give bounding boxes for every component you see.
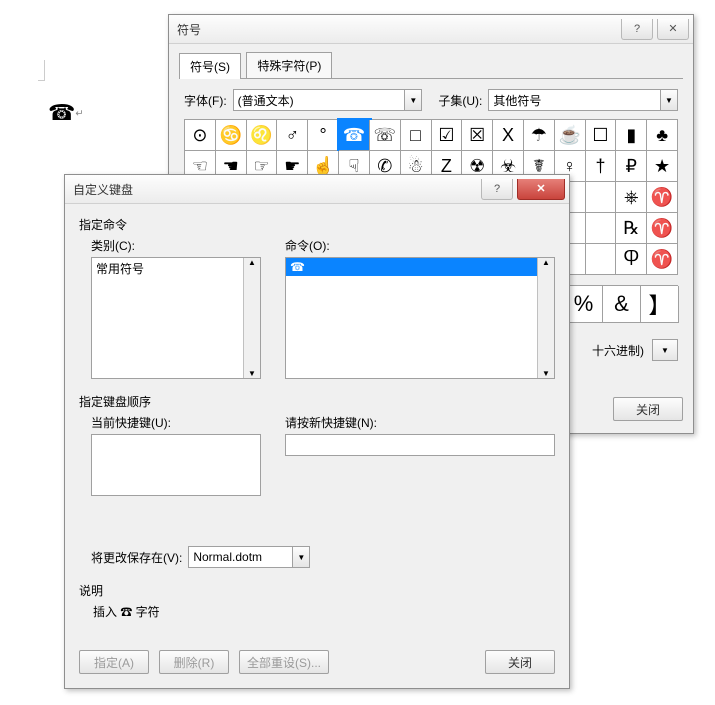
keyboard-dialog: 自定义键盘 ? ✕ 指定命令 类别(C): 常用符号 ▲▼ 命令(O): ☎ ▲…: [64, 174, 570, 689]
symbol-cell[interactable]: ▮: [616, 120, 647, 151]
symbol-cell[interactable]: ⊙: [185, 120, 216, 151]
symbol-dialog-title: 符号: [177, 21, 201, 38]
cursor-marker: [38, 60, 45, 81]
reset-all-button[interactable]: 全部重设(S)...: [239, 650, 329, 674]
symbol-cell[interactable]: ♈: [647, 244, 678, 275]
recent-symbol-cell[interactable]: 】: [641, 286, 679, 323]
close-dialog-button[interactable]: 关闭: [485, 650, 555, 674]
symbol-cell[interactable]: ♈: [647, 213, 678, 244]
symbol-cell[interactable]: ♂: [277, 120, 308, 151]
symbol-cell[interactable]: †: [586, 151, 617, 182]
tab-symbols[interactable]: 符号(S): [179, 53, 241, 79]
symbol-cell[interactable]: ★: [647, 151, 678, 182]
chevron-down-icon[interactable]: ▼: [404, 90, 421, 110]
symbol-cell[interactable]: ☂: [524, 120, 555, 151]
symbol-cell[interactable]: ₽: [616, 151, 647, 182]
recent-symbol-cell[interactable]: %: [565, 286, 603, 323]
scrollbar[interactable]: ▲▼: [243, 258, 260, 378]
keyboard-dialog-titlebar[interactable]: 自定义键盘 ? ✕: [65, 175, 569, 204]
symbol-dialog-titlebar[interactable]: 符号 ? ✕: [169, 15, 693, 44]
chevron-down-icon[interactable]: ▼: [653, 340, 677, 360]
symbol-cell[interactable]: [586, 182, 617, 213]
subset-label: 子集(U):: [438, 92, 482, 109]
document-inserted-symbol: ☎↵: [48, 100, 84, 126]
keyboard-dialog-title: 自定义键盘: [73, 181, 133, 198]
chevron-down-icon[interactable]: ▼: [660, 90, 677, 110]
symbol-cell[interactable]: ☕: [555, 120, 586, 151]
symbol-cell[interactable]: ☏: [370, 120, 401, 151]
symbol-cell[interactable]: ☐: [586, 120, 617, 151]
save-in-label: 将更改保存在(V):: [91, 549, 182, 566]
key-sequence-label: 指定键盘顺序: [79, 393, 555, 410]
specify-command-label: 指定命令: [79, 216, 555, 233]
subset-combo[interactable]: 其他符号 ▼: [488, 89, 678, 111]
symbol-tabs: 符号(S) 特殊字符(P): [169, 44, 693, 78]
category-label: 类别(C):: [91, 237, 261, 254]
save-in-combo[interactable]: Normal.dotm ▼: [188, 546, 310, 568]
close-dialog-button[interactable]: 关闭: [613, 397, 683, 421]
symbol-cell[interactable]: ♌: [247, 120, 278, 151]
encoding-label: 十六进制): [592, 342, 644, 359]
recent-symbols-grid[interactable]: %&】: [564, 285, 678, 323]
close-button[interactable]: ✕: [657, 19, 689, 40]
symbol-cell[interactable]: ♣: [647, 120, 678, 151]
chevron-down-icon[interactable]: ▼: [292, 547, 309, 567]
keyboard-dialog-body: 指定命令 类别(C): 常用符号 ▲▼ 命令(O): ☎ ▲▼ 指定键盘顺序 当…: [65, 204, 569, 688]
symbol-cell[interactable]: ♈: [647, 182, 678, 213]
new-shortcut-input[interactable]: [285, 434, 555, 456]
encoding-combo[interactable]: ▼: [652, 339, 678, 361]
symbol-cell[interactable]: ☎: [339, 120, 370, 151]
symbol-cell[interactable]: [586, 213, 617, 244]
close-button[interactable]: ✕: [517, 179, 565, 200]
list-item[interactable]: 常用符号: [92, 258, 260, 279]
recent-symbol-cell[interactable]: &: [603, 286, 641, 323]
symbol-cell[interactable]: ☑: [432, 120, 463, 151]
description-text: 插入 ☎ 字符: [93, 603, 555, 620]
current-keys-label: 当前快捷键(U):: [91, 414, 261, 431]
symbol-cell[interactable]: X: [493, 120, 524, 151]
tab-special[interactable]: 特殊字符(P): [246, 52, 332, 78]
press-new-key-label: 请按新快捷键(N):: [285, 414, 555, 431]
list-item[interactable]: ☎: [286, 258, 554, 276]
symbol-cell[interactable]: Ⴔ: [616, 244, 647, 275]
font-combo[interactable]: (普通文本) ▼: [233, 89, 423, 111]
symbol-cell[interactable]: ♋: [216, 120, 247, 151]
assign-button[interactable]: 指定(A): [79, 650, 149, 674]
command-label: 命令(O):: [285, 237, 555, 254]
symbol-cell[interactable]: ⎈: [616, 182, 647, 213]
symbol-cell[interactable]: □: [401, 120, 432, 151]
current-keys-listbox[interactable]: [91, 434, 261, 496]
description-label: 说明: [79, 582, 555, 599]
symbol-cell[interactable]: ℞: [616, 213, 647, 244]
font-label: 字体(F):: [184, 92, 227, 109]
symbol-cell[interactable]: ☒: [462, 120, 493, 151]
command-listbox[interactable]: ☎ ▲▼: [285, 257, 555, 379]
symbol-cell[interactable]: [586, 244, 617, 275]
delete-button[interactable]: 删除(R): [159, 650, 229, 674]
help-button[interactable]: ?: [481, 179, 513, 200]
scrollbar[interactable]: ▲▼: [537, 258, 554, 378]
category-listbox[interactable]: 常用符号 ▲▼: [91, 257, 261, 379]
symbol-cell[interactable]: °: [308, 120, 339, 151]
help-button[interactable]: ?: [621, 19, 653, 40]
